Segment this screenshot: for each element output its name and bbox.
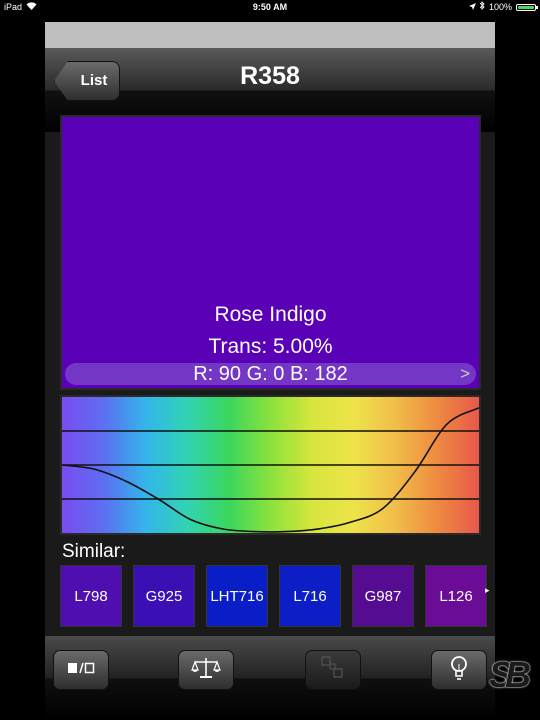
rgb-values: R: 90 G: 0 B: 182	[193, 363, 348, 385]
bluetooth-icon	[479, 0, 485, 14]
split-view-button[interactable]	[305, 650, 361, 690]
similar-color-chip[interactable]: LHT716	[206, 565, 268, 627]
scroll-right-icon[interactable]: ▸	[485, 585, 490, 596]
chevron-right-icon: >	[460, 364, 470, 383]
similar-color-chip[interactable]: G987	[352, 565, 414, 627]
color-swatch: Rose Indigo Trans: 5.00% R: 90 G: 0 B: 1…	[60, 115, 481, 390]
status-bar: iPad 9:50 AM 100%	[0, 0, 540, 14]
page-title: R358	[240, 62, 300, 90]
bottom-toolbar	[45, 636, 495, 720]
lightbulb-button[interactable]	[431, 650, 487, 690]
similar-color-chip[interactable]: G925	[133, 565, 195, 627]
similar-color-chip[interactable]: L716	[279, 565, 341, 627]
lightbulb-icon	[448, 655, 470, 686]
balance-scale-icon	[191, 656, 221, 685]
similar-label: Similar:	[62, 541, 126, 562]
status-right: 100%	[468, 0, 538, 14]
battery-percent: 100%	[488, 2, 512, 12]
spectral-transmission-graph	[60, 395, 481, 535]
swatch-toggle-button[interactable]	[53, 650, 109, 690]
transmission-curve	[62, 407, 479, 533]
watermark-logo: SB	[489, 654, 531, 695]
rgb-values-bar[interactable]: R: 90 G: 0 B: 182 >	[65, 363, 476, 385]
status-time: 9:50 AM	[252, 2, 288, 12]
battery-icon	[516, 3, 538, 11]
compare-button[interactable]	[178, 650, 234, 690]
split-squares-icon	[319, 655, 347, 686]
color-transmission: Trans: 5.00%	[208, 335, 333, 358]
similar-colors-strip[interactable]: L798 G925 LHT716 L716 G987 L126	[60, 565, 496, 629]
location-arrow-icon	[468, 0, 476, 14]
swatch-toggle-icon	[67, 661, 95, 679]
similar-color-chip[interactable]: L798	[60, 565, 122, 627]
top-strip	[45, 22, 495, 48]
color-name: Rose Indigo	[214, 303, 327, 326]
app-window: List R358 Rose Indigo Trans: 5.00% R: 90…	[45, 22, 495, 720]
similar-color-chip[interactable]: L126	[425, 565, 487, 627]
spectrum-plot	[62, 407, 479, 533]
